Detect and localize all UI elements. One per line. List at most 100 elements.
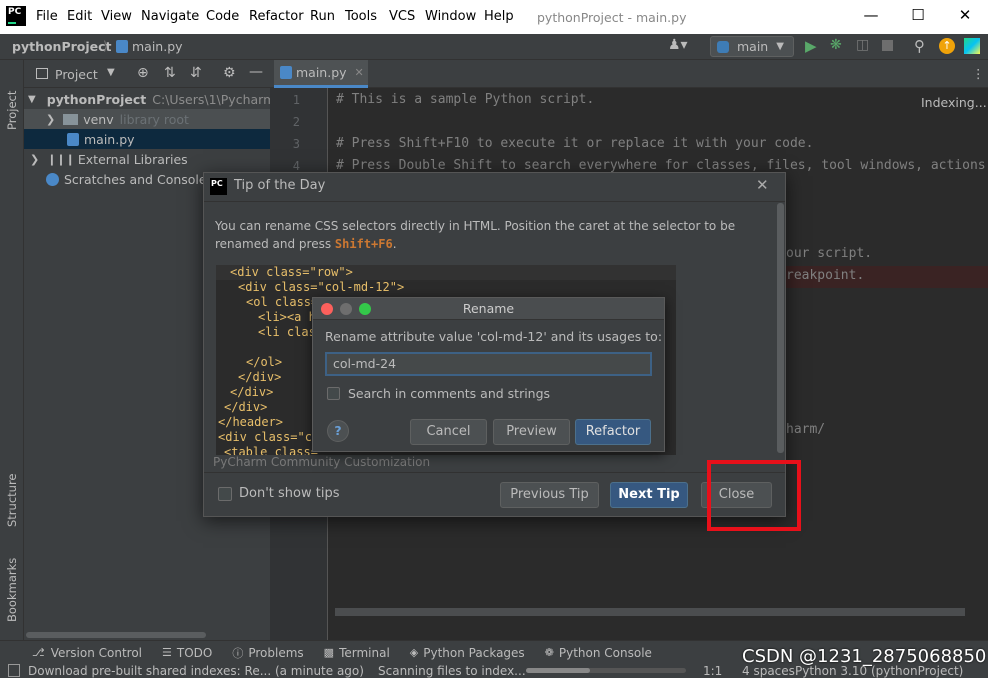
libraries-icon: ❙❙❙ [47, 152, 75, 166]
hide-icon[interactable]: — [249, 64, 263, 80]
terminal-icon: ▩ [323, 646, 335, 659]
tool-tab-python-console[interactable]: Python Console [559, 646, 652, 660]
search-comments-checkbox[interactable]: Search in comments and strings [327, 386, 550, 401]
jetbrains-icon[interactable] [964, 38, 980, 54]
editor-tab-bar: main.py ✕ ⋮ [270, 60, 988, 88]
tool-tab-todo[interactable]: TODO [177, 646, 212, 660]
search-icon[interactable]: ⚲ [914, 37, 925, 55]
coverage-icon[interactable]: ◫ [856, 37, 869, 53]
scratches-icon [46, 172, 59, 186]
watermark: CSDN @1231_2875068850 [742, 646, 987, 667]
python-file-icon [280, 66, 292, 79]
indexing-status: Scanning files to index... [378, 664, 526, 678]
preview-button[interactable]: Preview [493, 419, 570, 445]
collapse-all-icon[interactable]: ⇵ [190, 65, 202, 81]
rename-title: Rename [462, 301, 515, 316]
breadcrumb-project[interactable]: pythonProject [12, 39, 112, 54]
code-fragment: reakpoint. [786, 268, 865, 283]
menu-window[interactable]: Window [425, 9, 476, 24]
tree-item-external-libraries[interactable]: ❯ ❙❙❙ External Libraries [24, 149, 270, 169]
line-number: 2 [292, 115, 300, 129]
status-toggle-icon[interactable] [8, 664, 20, 677]
tool-tab-problems[interactable]: Problems [248, 646, 303, 660]
preview-line: <li clas [258, 325, 316, 339]
line-number: 1 [292, 93, 300, 107]
rename-input[interactable]: col-md-24 [325, 352, 652, 376]
maximize-icon[interactable]: ☐ [908, 6, 928, 26]
tree-item-main-py[interactable]: main.py [24, 129, 270, 149]
more-icon[interactable]: ⋮ [972, 66, 985, 81]
menu-edit[interactable]: Edit [67, 9, 92, 24]
minimize-icon[interactable]: — [861, 6, 881, 26]
project-panel-title[interactable]: Project [55, 67, 98, 82]
run-icon[interactable]: ▶ [805, 37, 817, 55]
menu-vcs[interactable]: VCS [389, 9, 415, 24]
folder-icon [63, 113, 79, 125]
locate-icon[interactable]: ⊕ [137, 65, 149, 81]
stop-icon[interactable] [882, 40, 893, 51]
close-icon[interactable]: ✕ [756, 176, 769, 194]
project-tool-tab[interactable]: Project [5, 68, 19, 130]
tool-tab-python-packages[interactable]: Python Packages [423, 646, 524, 660]
checkbox-icon[interactable] [218, 486, 232, 501]
status-message[interactable]: Download pre-built shared indexes: Re...… [28, 664, 364, 678]
close-window-icon[interactable]: ✕ [955, 6, 975, 26]
python-file-icon [67, 132, 79, 146]
tip-text: You can rename CSS selectors directly in… [215, 217, 760, 253]
tab-main-py[interactable]: main.py ✕ [274, 60, 368, 88]
chevron-right-icon: ❯ [30, 152, 40, 166]
chevron-down-icon[interactable]: ▼ [107, 67, 115, 78]
divider [204, 201, 785, 202]
bookmarks-tool-tab[interactable]: Bookmarks [5, 552, 19, 622]
help-icon[interactable]: ? [327, 420, 349, 442]
menu-file[interactable]: File [36, 9, 58, 24]
checkbox-icon[interactable] [327, 387, 340, 400]
tip-source-note: PyCharm Community Customization [213, 455, 431, 469]
debug-icon[interactable]: ❋ [830, 37, 842, 53]
code-line[interactable]: # Press Shift+F10 to execute it or repla… [336, 136, 813, 151]
structure-tool-tab[interactable]: Structure [5, 465, 19, 528]
tree-item-project-root[interactable]: ▼ pythonProject C:\Users\1\Pycharm [24, 89, 270, 109]
caret-position[interactable]: 1:1 [703, 664, 722, 678]
preview-line: </header> [218, 415, 284, 429]
cancel-button[interactable]: Cancel [410, 419, 487, 445]
project-panel-header: Project ▼ ⊕ ⇅ ⇵ ⚙ — [24, 60, 270, 88]
pycharm-logo: PC [6, 6, 26, 26]
menu-navigate[interactable]: Navigate [141, 9, 199, 24]
code-fragment: our script. [786, 246, 873, 261]
chevron-down-icon: ▼ [776, 41, 784, 52]
code-line[interactable]: # Press Double Shift to search everywher… [336, 158, 988, 173]
refactor-button[interactable]: Refactor [575, 419, 651, 445]
preview-line: <table class= [224, 445, 318, 455]
next-tip-button[interactable]: Next Tip [610, 482, 688, 508]
user-icon[interactable]: ♟▾ [668, 37, 688, 53]
update-icon[interactable]: ↑ [939, 38, 955, 54]
menu-help[interactable]: Help [484, 9, 514, 24]
menu-run[interactable]: Run [310, 9, 335, 24]
preview-line: </div> [224, 400, 268, 414]
dont-show-tips-checkbox[interactable]: Don't show tips [218, 486, 339, 501]
gear-icon[interactable]: ⚙ [223, 65, 236, 81]
menu-code[interactable]: Code [206, 9, 239, 24]
editor-horizontal-scrollbar[interactable] [335, 608, 965, 616]
breadcrumb-file[interactable]: main.py [132, 39, 183, 54]
horizontal-scrollbar[interactable] [26, 632, 206, 638]
navigation-bar: pythonProject ⟩ main.py ♟▾ main ▼ ▶ ❋ ◫ … [0, 34, 988, 60]
preview-line: <ol class= [246, 295, 319, 309]
chevron-down-icon: ▼ [28, 93, 36, 105]
code-line[interactable]: # This is a sample Python script. [336, 92, 594, 107]
indexing-indicator: Indexing... [915, 92, 987, 114]
tool-tab-version-control[interactable]: Version Control [51, 646, 142, 660]
window-title: pythonProject - main.py [537, 10, 687, 25]
menu-view[interactable]: View [101, 9, 132, 24]
close-tab-icon[interactable]: ✕ [355, 66, 364, 79]
run-config-select[interactable]: main ▼ [710, 36, 794, 57]
line-number: 3 [292, 137, 300, 151]
expand-all-icon[interactable]: ⇅ [164, 65, 176, 81]
tree-item-venv[interactable]: ❯ venv library root [24, 109, 270, 129]
menu-refactor[interactable]: Refactor [249, 9, 304, 24]
tool-tab-terminal[interactable]: Terminal [339, 646, 390, 660]
menu-tools[interactable]: Tools [345, 9, 377, 24]
tip-scrollbar[interactable] [777, 203, 784, 453]
previous-tip-button[interactable]: Previous Tip [500, 482, 599, 508]
